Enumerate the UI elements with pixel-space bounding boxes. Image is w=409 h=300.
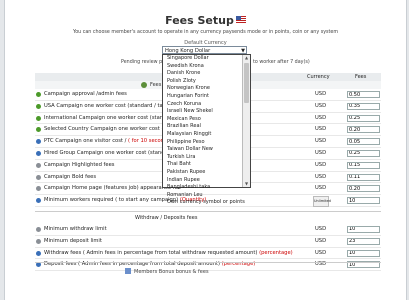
fee-input[interactable] bbox=[347, 102, 380, 110]
row-icon bbox=[36, 250, 41, 256]
scrollbar-thumb[interactable] bbox=[244, 63, 249, 103]
currency-code: USD bbox=[315, 102, 327, 109]
dropdown-option[interactable]: Own currency symbol or points bbox=[163, 199, 250, 207]
money-icon bbox=[141, 82, 147, 88]
fee-input[interactable] bbox=[347, 225, 380, 233]
dropdown-option[interactable]: Hungarian Forint bbox=[163, 93, 250, 101]
row-icon bbox=[36, 150, 41, 156]
currency-select[interactable]: Hong Kong Dollar ▼ bbox=[162, 46, 247, 54]
dropdown-option[interactable]: Malaysian Ringgit bbox=[163, 131, 250, 139]
dropdown-option[interactable]: Norwegian Krone bbox=[163, 85, 250, 93]
row-icon bbox=[36, 174, 41, 180]
fee-input[interactable] bbox=[347, 185, 380, 193]
dropdown-scrollbar[interactable]: ▲ ▼ bbox=[242, 55, 250, 187]
dropdown-option[interactable]: Swedish Krona bbox=[163, 63, 250, 71]
currency-code: USD bbox=[315, 237, 327, 244]
bonus-section-title: Members Bonus bonus & fees bbox=[125, 268, 209, 275]
bonus-icon bbox=[125, 268, 131, 274]
row-icon bbox=[36, 127, 41, 133]
table-row: Withdraw fees ( Admin fees in percentage… bbox=[35, 248, 381, 260]
fee-input[interactable] bbox=[347, 138, 380, 146]
currency-code: USD bbox=[315, 161, 327, 168]
fee-input[interactable] bbox=[347, 197, 380, 205]
row-label: International Campaign one worker cost (… bbox=[44, 114, 175, 121]
withdraw-section-title: Withdraw / Deposits fees bbox=[35, 210, 381, 224]
row-icon bbox=[36, 198, 41, 204]
dropdown-option[interactable]: Polish Zloty bbox=[163, 78, 250, 86]
dropdown-option[interactable]: Pakistan Rupee bbox=[163, 169, 250, 177]
currency-code: USD bbox=[315, 261, 327, 268]
fee-input[interactable] bbox=[347, 237, 380, 245]
dropdown-option[interactable]: Israeli New Shekel bbox=[163, 108, 250, 116]
row-label: PTC Campaign one visitor cost / ( for 10… bbox=[44, 138, 172, 145]
table-row: Minimum deposit limit USD bbox=[35, 236, 381, 248]
row-icon bbox=[36, 139, 41, 145]
fee-input[interactable] bbox=[347, 173, 380, 181]
dropdown-option[interactable]: Indian Rupee bbox=[163, 177, 250, 185]
row-label: Withdraw fees ( Admin fees in percentage… bbox=[44, 249, 293, 256]
pending-text-right: to worker after 7 day(s) bbox=[253, 60, 310, 65]
row-label: Campaign approval /admin fees bbox=[44, 91, 127, 97]
currency-code: USD bbox=[315, 249, 327, 256]
row-label: Selected Country Campaign one worker cos… bbox=[44, 126, 182, 133]
row-label: Campaign Home page (features job) appear… bbox=[44, 185, 181, 192]
fee-input[interactable] bbox=[347, 114, 380, 122]
row-icon bbox=[36, 226, 41, 232]
quantity-select[interactable]: Unlimited bbox=[313, 196, 331, 208]
page-title: Fees Setup bbox=[5, 14, 406, 27]
row-icon bbox=[36, 103, 41, 109]
row-label: Minimum withdraw limit bbox=[44, 225, 107, 232]
currency-code: USD bbox=[315, 225, 327, 232]
row-label: Campaign Bold fees bbox=[44, 173, 97, 180]
table-row: Minimum withdraw limit USD bbox=[35, 224, 381, 236]
dropdown-option[interactable]: Mexican Peso bbox=[163, 116, 250, 124]
currency-code: USD bbox=[315, 173, 327, 180]
row-label: USA Campaign one worker cost (standard /… bbox=[44, 102, 169, 109]
currency-code: USD bbox=[315, 114, 327, 121]
dropdown-option[interactable]: Singapore Dollar bbox=[163, 55, 250, 63]
dropdown-option[interactable]: Taiwan Dollar New bbox=[163, 146, 250, 154]
row-icon bbox=[36, 262, 41, 268]
currency-code: USD bbox=[315, 185, 327, 192]
row-label: Minimum deposit limit bbox=[44, 237, 102, 244]
dropdown-option[interactable]: Brazilian Real bbox=[163, 123, 250, 131]
row-icon bbox=[36, 238, 41, 244]
row-label: Hired Group Campaign one worker cost (st… bbox=[44, 149, 174, 156]
row-icon bbox=[36, 115, 41, 121]
row-label: Campaign Highlighted fees bbox=[44, 161, 115, 168]
currency-code: USD bbox=[315, 149, 327, 156]
row-icon bbox=[36, 162, 41, 168]
fee-input[interactable] bbox=[347, 249, 380, 257]
currency-code: USD bbox=[315, 126, 327, 133]
dropdown-option[interactable]: Turkish Lira bbox=[163, 154, 250, 162]
row-icon bbox=[36, 92, 41, 97]
fee-input[interactable] bbox=[347, 161, 380, 169]
page-subtitle: You can choose member's account to opera… bbox=[72, 30, 339, 35]
dropdown-option[interactable]: Czech Koruna bbox=[163, 101, 250, 109]
fees-setup-page: Fees Setup You can choose member's accou… bbox=[4, 0, 407, 300]
dropdown-option[interactable]: Thai Baht bbox=[163, 161, 250, 169]
fee-input[interactable] bbox=[347, 126, 380, 134]
row-icon bbox=[36, 186, 41, 192]
scroll-down-icon[interactable]: ▼ bbox=[243, 181, 250, 187]
fee-input[interactable] bbox=[347, 149, 380, 157]
dropdown-option[interactable]: Danish Krone bbox=[163, 70, 250, 78]
divider bbox=[35, 262, 381, 263]
currency-code: USD bbox=[315, 91, 327, 97]
dropdown-option[interactable]: Philippine Peso bbox=[163, 139, 250, 147]
currency-dropdown[interactable]: Singapore Dollar Swedish Krona Danish Kron… bbox=[162, 54, 251, 205]
us-flag-icon bbox=[235, 16, 246, 23]
fee-input[interactable] bbox=[347, 91, 380, 98]
currency-code: USD bbox=[315, 138, 327, 145]
dropdown-option[interactable]: Bangladeshi taka bbox=[163, 184, 250, 192]
dropdown-option[interactable]: Romanian Leu bbox=[163, 192, 250, 200]
scroll-up-icon[interactable]: ▲ bbox=[243, 55, 250, 61]
